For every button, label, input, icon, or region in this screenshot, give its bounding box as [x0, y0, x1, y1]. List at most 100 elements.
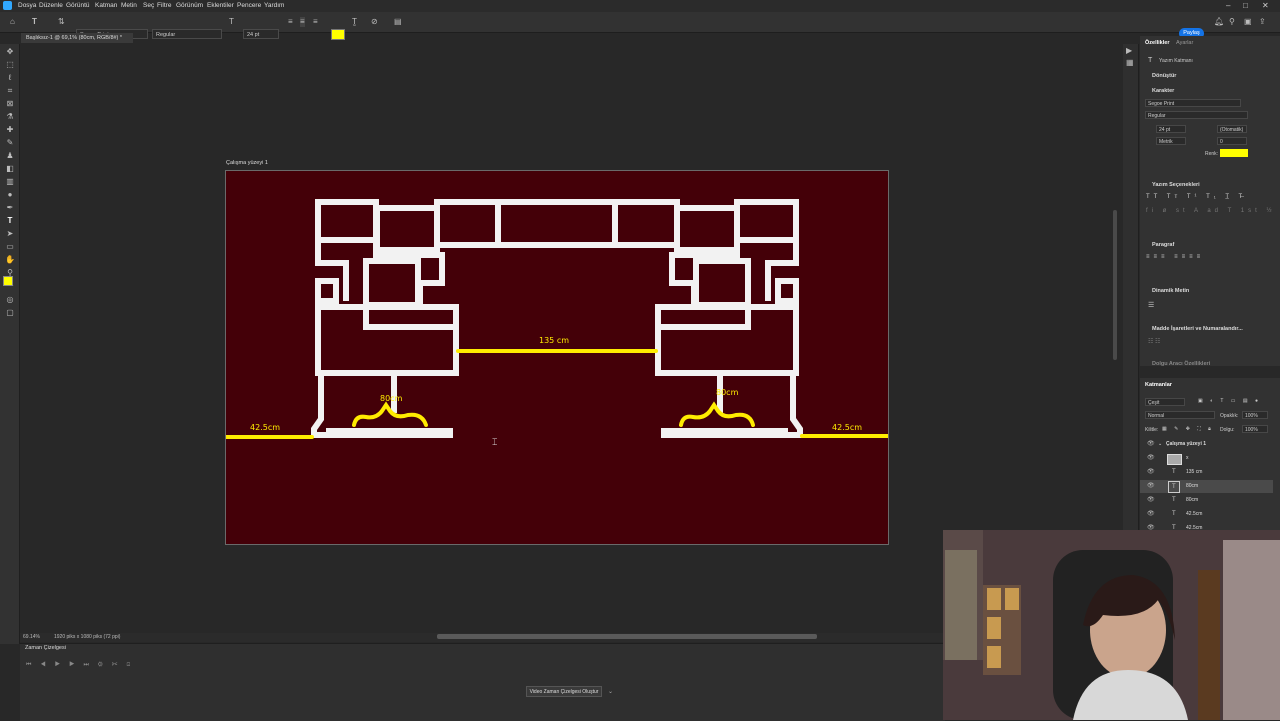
bell-icon[interactable]: 🔔︎	[1214, 17, 1224, 27]
panel-leading[interactable]: (Otomatik)	[1217, 125, 1247, 133]
smart-text-icon[interactable]: ☰	[1148, 301, 1154, 309]
align-center-icon[interactable]: ≡	[300, 17, 305, 27]
healing-tool-icon[interactable]: ✚	[5, 125, 15, 134]
layer-row[interactable]: 👁︎ ⌄ Çalışma yüzeyi 1	[1140, 438, 1273, 451]
lasso-tool-icon[interactable]: ℓ	[5, 73, 15, 82]
path-select-tool-icon[interactable]: ➤	[5, 229, 15, 238]
type-option-icons-2[interactable]: fi ø st A ad T 1st ½	[1146, 208, 1275, 214]
menu-type[interactable]: Metin	[121, 2, 137, 9]
character-panel-icon[interactable]: ▤	[394, 17, 402, 27]
layer-name[interactable]: 42.5cm	[1186, 522, 1202, 530]
label-42-5cm-right[interactable]: 42.5cm	[832, 423, 862, 432]
bullets-icons[interactable]: ☷ ☷	[1148, 338, 1160, 345]
artboard-label[interactable]: Çalışma yüzeyi 1	[226, 160, 268, 166]
menu-window[interactable]: Pencere	[237, 2, 261, 9]
label-80cm-right[interactable]: 80cm	[716, 388, 738, 397]
artboard[interactable]: 135 cm 80cm 80cm 42.5cm 42.5cm ⌶	[225, 170, 889, 545]
type-tool-icon[interactable]: T	[5, 216, 15, 225]
dodge-tool-icon[interactable]: ●	[5, 190, 15, 199]
layer-filter-icons[interactable]: ▣ ◐ T ▭ ▤ ●	[1198, 398, 1261, 404]
layer-name[interactable]: 80cm	[1186, 480, 1198, 493]
horizontal-scrollbar[interactable]	[437, 634, 817, 639]
gradient-tool-icon[interactable]: ▥	[5, 177, 15, 186]
label-42-5cm-left[interactable]: 42.5cm	[250, 423, 280, 432]
layer-row[interactable]: 👁︎ T 135 cm	[1140, 466, 1273, 479]
layer-name[interactable]: x	[1186, 452, 1189, 465]
share-icon[interactable]: ⇪	[1259, 17, 1266, 27]
menu-edit[interactable]: Düzenle	[39, 2, 63, 9]
brace-right[interactable]	[679, 401, 755, 427]
layer-row[interactable]: 👁︎ x	[1140, 452, 1273, 465]
fill-field[interactable]: 100%	[1242, 425, 1268, 433]
chevron-down-icon[interactable]: ⌄	[608, 688, 613, 695]
lock-icons[interactable]: ▦ ✎ ✥ ⛶ 🔒︎	[1162, 426, 1214, 432]
menu-layer[interactable]: Katman	[95, 2, 117, 9]
opacity-field[interactable]: 100%	[1242, 411, 1268, 419]
warp-text-icon[interactable]: T̰	[352, 17, 357, 27]
label-80cm-left[interactable]: 80cm	[380, 394, 402, 403]
quick-mask-icon[interactable]: ◎	[5, 295, 15, 304]
text-color-swatch[interactable]	[331, 29, 345, 40]
eye-icon[interactable]: 👁︎	[1147, 480, 1155, 493]
close-icon[interactable]: ✕	[1262, 1, 1269, 10]
tab-properties[interactable]: Özellikler	[1145, 40, 1169, 46]
brush-tool-icon[interactable]: ✎	[5, 138, 15, 147]
vertical-scrollbar[interactable]	[1113, 210, 1117, 360]
section-paragraph[interactable]: Paragraf	[1152, 242, 1174, 248]
eraser-tool-icon[interactable]: ◧	[5, 164, 15, 173]
type-tool-icon[interactable]: T	[32, 17, 37, 27]
align-left-icon[interactable]: ≡	[288, 17, 293, 27]
menu-plugins[interactable]: Eklentiler	[207, 2, 234, 9]
hand-tool-icon[interactable]: ✋	[5, 255, 15, 264]
font-style-select[interactable]: Regular	[152, 29, 222, 39]
timeline-controls[interactable]: ⏮◀▶▶⏭⚙✂⊡	[26, 662, 139, 669]
type-option-icons[interactable]: TT Tт T¹ T₁ T̲ T̶	[1146, 194, 1246, 200]
paragraph-align-icons[interactable]: ≡≡≡ ≡≡≡≡	[1146, 254, 1204, 260]
play-icon[interactable]: ▶	[1126, 46, 1132, 55]
panel-font-size[interactable]: 24 pt	[1156, 125, 1186, 133]
layers-title[interactable]: Katmanlar	[1145, 382, 1172, 388]
eye-icon[interactable]: 👁︎	[1147, 522, 1155, 530]
eye-icon[interactable]: 👁︎	[1147, 466, 1155, 479]
maximize-icon[interactable]: □	[1243, 1, 1248, 10]
eye-icon[interactable]: 👁︎	[1147, 508, 1155, 521]
history-icon[interactable]: ▦	[1126, 58, 1134, 67]
minimize-icon[interactable]: –	[1226, 1, 1230, 10]
foreground-color[interactable]	[3, 276, 13, 286]
create-video-timeline-button[interactable]: Video Zaman Çizelgesi Oluştur	[526, 686, 602, 697]
menu-select[interactable]: Seç	[143, 2, 154, 9]
layer-name[interactable]: 42.5cm	[1186, 508, 1202, 521]
menu-image[interactable]: Görüntü	[66, 2, 90, 9]
panel-font-style[interactable]: Regular	[1145, 111, 1248, 119]
chevron-down-icon[interactable]: ⌄	[1158, 438, 1162, 451]
section-transform[interactable]: Dönüştür	[1152, 73, 1176, 79]
panel-kerning[interactable]: Metrik	[1156, 137, 1186, 145]
layer-row[interactable]: 👁︎ T 42.5cm	[1140, 508, 1273, 521]
font-size-select[interactable]: 24 pt	[243, 29, 279, 39]
section-character[interactable]: Karakter	[1152, 88, 1174, 94]
align-right-icon[interactable]: ≡	[313, 17, 318, 27]
brace-left[interactable]	[352, 401, 428, 427]
layer-name[interactable]: 80cm	[1186, 494, 1198, 507]
menu-filter[interactable]: Filtre	[157, 2, 171, 9]
pen-tool-icon[interactable]: ✒	[5, 203, 15, 212]
move-tool-icon[interactable]: ✥	[5, 47, 15, 56]
menu-file[interactable]: Dosya	[18, 2, 36, 9]
panel-font-family[interactable]: Segoe Print	[1145, 99, 1241, 107]
cancel-icon[interactable]: ⊘	[371, 17, 378, 27]
menu-help[interactable]: Yardım	[264, 2, 284, 9]
layer-filter-select[interactable]: Çeşit	[1145, 398, 1185, 406]
blend-mode-select[interactable]: Normal	[1145, 411, 1215, 419]
layer-row[interactable]: 👁︎ T 80cm	[1140, 494, 1273, 507]
panel-color-swatch[interactable]	[1220, 149, 1248, 157]
eye-icon[interactable]: 👁︎	[1147, 452, 1155, 465]
tab-adjustments[interactable]: Ayarlar	[1176, 40, 1193, 46]
panel-tracking[interactable]: 0	[1217, 137, 1247, 145]
document-size[interactable]: 1920 piks x 1080 piks (72 ppi)	[54, 634, 120, 640]
marquee-tool-icon[interactable]: ⬚	[5, 60, 15, 69]
shape-tool-icon[interactable]: ▭	[5, 242, 15, 251]
crop-tool-icon[interactable]: ⌗	[5, 86, 15, 96]
home-icon[interactable]: ⌂	[10, 17, 15, 27]
search-icon[interactable]: ⚲	[1229, 17, 1235, 27]
layer-row[interactable]: 👁︎ T 42.5cm	[1140, 522, 1273, 530]
